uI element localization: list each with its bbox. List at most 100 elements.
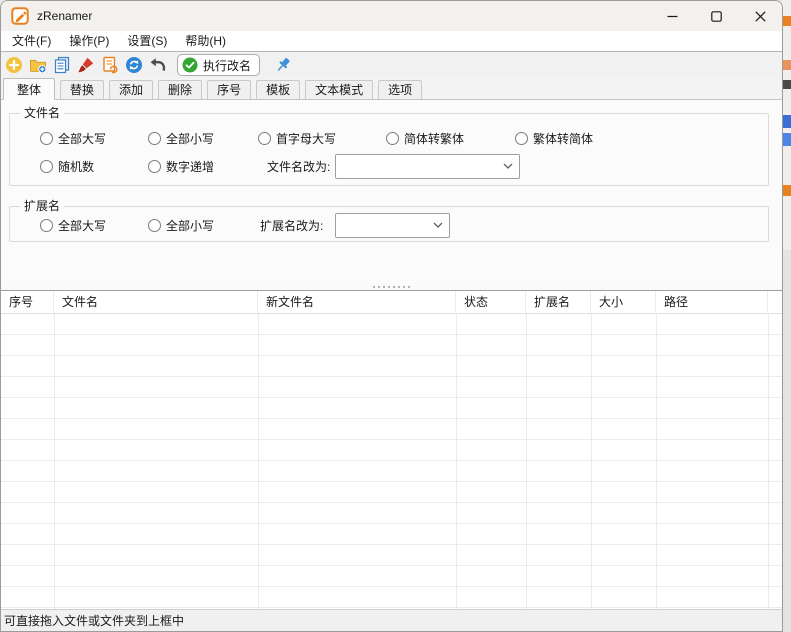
column-header-new-filename[interactable]: 新文件名 xyxy=(258,291,456,313)
menubar: 文件(F) 操作(P) 设置(S) 帮助(H) xyxy=(1,31,782,51)
column-header-path[interactable]: 路径 xyxy=(656,291,768,313)
titlebar: zRenamer xyxy=(1,1,782,31)
execute-rename-label: 执行改名 xyxy=(203,57,251,74)
sync-icon xyxy=(125,56,143,74)
radio-circle xyxy=(40,160,53,173)
radio-filename-simplified-to-traditional[interactable]: 简体转繁体 xyxy=(386,131,464,146)
grid-line xyxy=(768,314,769,609)
refresh-list-button[interactable] xyxy=(101,56,119,74)
sync-button[interactable] xyxy=(125,56,143,74)
filename-combo-label: 文件名改为: xyxy=(267,154,330,180)
chevron-down-icon xyxy=(497,163,519,170)
undo-icon xyxy=(149,56,167,74)
radio-label: 全部大写 xyxy=(58,130,106,147)
add-files-button[interactable] xyxy=(5,56,23,74)
file-table-header: 序号 文件名 新文件名 状态 扩展名 大小 路径 xyxy=(1,290,782,314)
tab-options[interactable]: 选项 xyxy=(378,80,422,99)
add-folder-icon xyxy=(29,56,47,74)
column-header-filename[interactable]: 文件名 xyxy=(54,291,258,313)
toolbar: 执行改名 xyxy=(1,51,782,78)
radio-circle xyxy=(148,132,161,145)
radio-circle xyxy=(40,132,53,145)
extension-group-title: 扩展名 xyxy=(20,199,64,214)
pin-window-button[interactable] xyxy=(274,56,292,74)
radio-filename-uppercase[interactable]: 全部大写 xyxy=(40,131,106,146)
grid-line xyxy=(258,314,259,609)
radio-label: 全部小写 xyxy=(166,130,214,147)
menu-settings[interactable]: 设置(S) xyxy=(118,31,176,51)
chevron-down-icon xyxy=(427,222,449,229)
menu-help[interactable]: 帮助(H) xyxy=(176,31,235,51)
column-header-index[interactable]: 序号 xyxy=(1,291,54,313)
column-header-extension[interactable]: 扩展名 xyxy=(526,291,591,313)
radio-filename-increment[interactable]: 数字递增 xyxy=(148,159,214,174)
tab-strip: 整体 替换 添加 删除 序号 模板 文本模式 选项 xyxy=(1,78,782,100)
maximize-icon xyxy=(711,11,722,22)
radio-filename-capitalize[interactable]: 首字母大写 xyxy=(258,131,336,146)
status-text: 可直接拖入文件或文件夹到上框中 xyxy=(4,612,184,629)
column-header-filler xyxy=(768,291,782,313)
tab-text-mode[interactable]: 文本模式 xyxy=(305,80,373,99)
tab-add[interactable]: 添加 xyxy=(109,80,153,99)
add-files-icon xyxy=(5,56,23,74)
radio-filename-traditional-to-simplified[interactable]: 繁体转简体 xyxy=(515,131,593,146)
splitter-handle[interactable] xyxy=(1,283,782,290)
statusbar: 可直接拖入文件或文件夹到上框中 xyxy=(1,609,782,631)
grid-line xyxy=(526,314,527,609)
radio-label: 数字递增 xyxy=(166,158,214,175)
radio-circle xyxy=(258,132,271,145)
tab-delete[interactable]: 删除 xyxy=(158,80,202,99)
radio-label: 简体转繁体 xyxy=(404,130,464,147)
window-title: zRenamer xyxy=(37,9,92,23)
grid-line xyxy=(456,314,457,609)
tab-template[interactable]: 模板 xyxy=(256,80,300,99)
extension-groupbox: 扩展名 全部大写 全部小写 扩展名改为: xyxy=(9,206,769,242)
column-header-status[interactable]: 状态 xyxy=(456,291,526,313)
tab-replace[interactable]: 替换 xyxy=(60,80,104,99)
execute-check-icon xyxy=(182,57,198,73)
file-list-drop-zone[interactable] xyxy=(1,314,782,609)
filename-combobox[interactable] xyxy=(335,154,520,179)
grid-line xyxy=(656,314,657,609)
grid-line xyxy=(54,314,55,609)
copy-list-button[interactable] xyxy=(53,56,71,74)
filename-groupbox: 文件名 全部大写 全部小写 首字母大写 简体转繁体 繁体转简体 xyxy=(9,113,769,186)
radio-circle xyxy=(40,219,53,232)
menu-operate[interactable]: 操作(P) xyxy=(60,31,118,51)
filename-group-title: 文件名 xyxy=(20,106,64,121)
tab-number[interactable]: 序号 xyxy=(207,80,251,99)
radio-label: 全部小写 xyxy=(166,217,214,234)
add-folder-button[interactable] xyxy=(29,56,47,74)
radio-circle xyxy=(386,132,399,145)
tab-content-whole: 文件名 全部大写 全部小写 首字母大写 简体转繁体 繁体转简体 xyxy=(1,100,782,283)
minimize-icon xyxy=(667,11,678,22)
close-button[interactable] xyxy=(738,1,782,31)
execute-rename-button[interactable]: 执行改名 xyxy=(177,54,260,76)
radio-filename-lowercase[interactable]: 全部小写 xyxy=(148,131,214,146)
radio-filename-random[interactable]: 随机数 xyxy=(40,159,94,174)
menu-file[interactable]: 文件(F) xyxy=(3,31,60,51)
clean-brush-icon xyxy=(77,56,95,74)
clean-list-button[interactable] xyxy=(77,56,95,74)
extension-combobox[interactable] xyxy=(335,213,450,238)
radio-label: 全部大写 xyxy=(58,217,106,234)
radio-circle xyxy=(148,160,161,173)
radio-ext-lowercase[interactable]: 全部小写 xyxy=(148,218,214,233)
close-icon xyxy=(755,11,766,22)
radio-label: 繁体转简体 xyxy=(533,130,593,147)
copy-list-icon xyxy=(53,56,71,74)
radio-ext-uppercase[interactable]: 全部大写 xyxy=(40,218,106,233)
pin-icon xyxy=(274,56,292,74)
radio-circle xyxy=(148,219,161,232)
column-header-size[interactable]: 大小 xyxy=(591,291,656,313)
grid-line xyxy=(591,314,592,609)
radio-label: 首字母大写 xyxy=(276,130,336,147)
minimize-button[interactable] xyxy=(650,1,694,31)
undo-button[interactable] xyxy=(149,56,167,74)
app-icon xyxy=(11,7,29,25)
tab-whole[interactable]: 整体 xyxy=(3,78,55,100)
radio-circle xyxy=(515,132,528,145)
extension-combo-label: 扩展名改为: xyxy=(260,213,323,239)
maximize-button[interactable] xyxy=(694,1,738,31)
desktop-background-sliver xyxy=(782,0,791,632)
